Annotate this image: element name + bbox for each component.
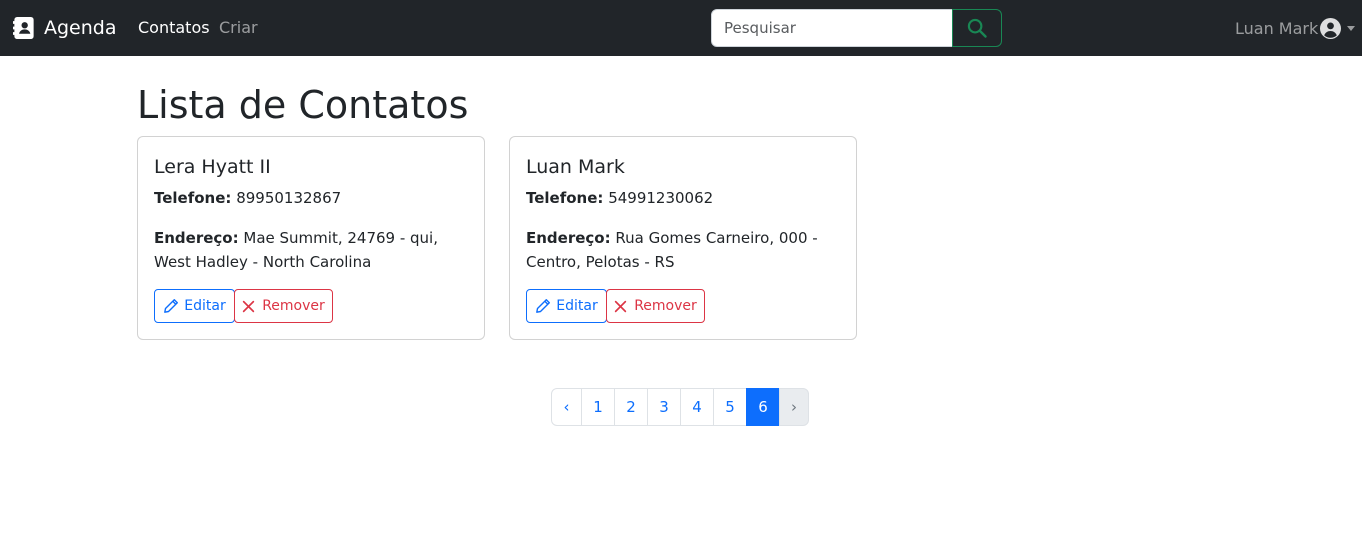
- edit-button[interactable]: Editar: [154, 289, 235, 323]
- contact-address: Endereço: Rua Gomes Carneiro, 000 - Cent…: [526, 226, 842, 274]
- user-name: Luan Mark: [1235, 18, 1319, 38]
- contact-phone: Telefone: 54991230062: [526, 186, 713, 210]
- page-prev-link[interactable]: ‹: [551, 388, 582, 426]
- address-label: Endereço:: [526, 229, 611, 247]
- contact-card: Luan Mark Telefone: 54991230062 Endereço…: [509, 136, 857, 340]
- brand-link[interactable]: Agenda: [13, 14, 117, 42]
- page-title: Lista de Contatos: [137, 83, 469, 127]
- pagination: ‹ 1 2 3 4 5 6 ›: [551, 388, 809, 426]
- pencil-icon: [536, 299, 551, 313]
- address-label: Endereço:: [154, 229, 239, 247]
- phone-value: 54991230062: [608, 189, 714, 207]
- contact-phone: Telefone: 89950132867: [154, 186, 341, 210]
- pencil-icon: [164, 299, 179, 313]
- page-next-link: ›: [779, 388, 809, 426]
- phone-label: Telefone:: [154, 189, 232, 207]
- page-link-5[interactable]: 5: [713, 388, 747, 426]
- contact-name: Lera Hyatt II: [154, 156, 271, 178]
- x-icon: [615, 300, 627, 312]
- brand-label: Agenda: [44, 17, 117, 39]
- edit-button-label: Editar: [184, 298, 226, 314]
- remove-button-label: Remover: [634, 298, 697, 314]
- phone-label: Telefone:: [526, 189, 604, 207]
- edit-button[interactable]: Editar: [526, 289, 607, 323]
- remove-button-label: Remover: [262, 298, 325, 314]
- user-circle-icon: [1320, 17, 1342, 39]
- user-menu-dropdown[interactable]: Luan Mark: [1235, 16, 1356, 40]
- address-book-icon: [13, 17, 34, 39]
- remove-button[interactable]: Remover: [234, 289, 333, 323]
- remove-button[interactable]: Remover: [606, 289, 705, 323]
- contact-name: Luan Mark: [526, 156, 625, 178]
- page-link-1[interactable]: 1: [581, 388, 615, 426]
- search-button[interactable]: [952, 9, 1002, 47]
- search-icon: [967, 18, 987, 38]
- edit-button-label: Editar: [556, 298, 598, 314]
- contact-card: Lera Hyatt II Telefone: 89950132867 Ende…: [137, 136, 485, 340]
- phone-value: 89950132867: [236, 189, 342, 207]
- search-input[interactable]: [711, 9, 953, 47]
- navbar: Agenda Contatos Criar Luan Mark: [0, 0, 1362, 56]
- page-link-3[interactable]: 3: [647, 388, 681, 426]
- page-link-4[interactable]: 4: [680, 388, 714, 426]
- contact-address: Endereço: Mae Summit, 24769 - qui, West …: [154, 226, 470, 274]
- nav-link-contatos[interactable]: Contatos: [138, 17, 210, 39]
- page-link-6-current[interactable]: 6: [746, 388, 780, 426]
- x-icon: [243, 300, 255, 312]
- caret-down-icon: [1347, 25, 1356, 31]
- nav-link-criar[interactable]: Criar: [219, 17, 258, 39]
- page-link-2[interactable]: 2: [614, 388, 648, 426]
